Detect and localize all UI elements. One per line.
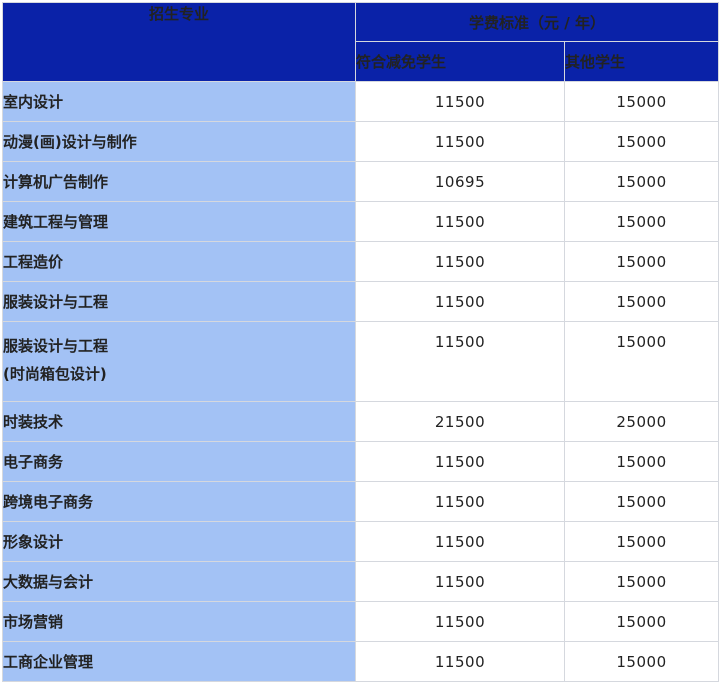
major-cell: 计算机广告制作 (2, 161, 356, 202)
major-line-2: (时尚箱包设计) (3, 365, 107, 383)
table-row: 服装设计与工程 (时尚箱包设计) 11500 15000 (2, 321, 719, 402)
header-tuition: 学费标准（元 / 年） (355, 2, 719, 42)
table-row: 动漫(画)设计与制作 11500 15000 (2, 121, 719, 162)
table-row: 大数据与会计 11500 15000 (2, 561, 719, 602)
header-eligible-students: 符合减免学生 (355, 41, 565, 82)
eligible-fee-cell: 11500 (355, 321, 565, 402)
eligible-fee-cell: 10695 (355, 161, 565, 202)
other-fee-cell: 15000 (564, 201, 719, 242)
table-row: 室内设计 11500 15000 (2, 81, 719, 122)
major-cell: 形象设计 (2, 521, 356, 562)
eligible-fee-cell: 11500 (355, 561, 565, 602)
major-cell: 建筑工程与管理 (2, 201, 356, 242)
table-header: 招生专业 学费标准（元 / 年） 符合减免学生 其他学生 (2, 2, 719, 82)
table-row: 计算机广告制作 10695 15000 (2, 161, 719, 202)
table-row: 工程造价 11500 15000 (2, 241, 719, 282)
eligible-fee-cell: 11500 (355, 121, 565, 162)
major-cell: 时装技术 (2, 401, 356, 442)
major-line-1: 服装设计与工程 (3, 337, 109, 355)
eligible-fee-cell: 11500 (355, 601, 565, 642)
table-row: 市场营销 11500 15000 (2, 601, 719, 642)
tuition-table: 招生专业 学费标准（元 / 年） 符合减免学生 其他学生 室内设计 11500 … (2, 2, 719, 682)
major-cell: 跨境电子商务 (2, 481, 356, 522)
major-cell: 工商企业管理 (2, 641, 356, 682)
major-cell: 电子商务 (2, 441, 356, 482)
table-row: 跨境电子商务 11500 15000 (2, 481, 719, 522)
table-row: 电子商务 11500 15000 (2, 441, 719, 482)
header-major: 招生专业 (2, 2, 356, 82)
other-fee-cell: 15000 (564, 241, 719, 282)
eligible-fee-cell: 21500 (355, 401, 565, 442)
table-row: 形象设计 11500 15000 (2, 521, 719, 562)
other-fee-cell: 15000 (564, 281, 719, 322)
eligible-fee-cell: 11500 (355, 641, 565, 682)
major-cell: 市场营销 (2, 601, 356, 642)
other-fee-cell: 15000 (564, 561, 719, 602)
table-row: 服装设计与工程 11500 15000 (2, 281, 719, 322)
table-row: 时装技术 21500 25000 (2, 401, 719, 442)
table-row: 建筑工程与管理 11500 15000 (2, 201, 719, 242)
table-row: 工商企业管理 11500 15000 (2, 641, 719, 682)
major-cell: 服装设计与工程 (2, 281, 356, 322)
major-cell: 室内设计 (2, 81, 356, 122)
header-other-students: 其他学生 (564, 41, 719, 82)
eligible-fee-cell: 11500 (355, 201, 565, 242)
other-fee-cell: 15000 (564, 321, 719, 402)
eligible-fee-cell: 11500 (355, 481, 565, 522)
other-fee-cell: 15000 (564, 441, 719, 482)
other-fee-cell: 15000 (564, 121, 719, 162)
major-cell: 服装设计与工程 (时尚箱包设计) (2, 321, 356, 402)
other-fee-cell: 15000 (564, 481, 719, 522)
eligible-fee-cell: 11500 (355, 521, 565, 562)
eligible-fee-cell: 11500 (355, 281, 565, 322)
other-fee-cell: 15000 (564, 81, 719, 122)
table-body: 室内设计 11500 15000 动漫(画)设计与制作 11500 15000 … (2, 81, 719, 682)
other-fee-cell: 15000 (564, 161, 719, 202)
other-fee-cell: 15000 (564, 521, 719, 562)
major-cell: 动漫(画)设计与制作 (2, 121, 356, 162)
eligible-fee-cell: 11500 (355, 241, 565, 282)
major-cell: 工程造价 (2, 241, 356, 282)
other-fee-cell: 15000 (564, 641, 719, 682)
other-fee-cell: 15000 (564, 601, 719, 642)
eligible-fee-cell: 11500 (355, 81, 565, 122)
other-fee-cell: 25000 (564, 401, 719, 442)
eligible-fee-cell: 11500 (355, 441, 565, 482)
major-cell: 大数据与会计 (2, 561, 356, 602)
